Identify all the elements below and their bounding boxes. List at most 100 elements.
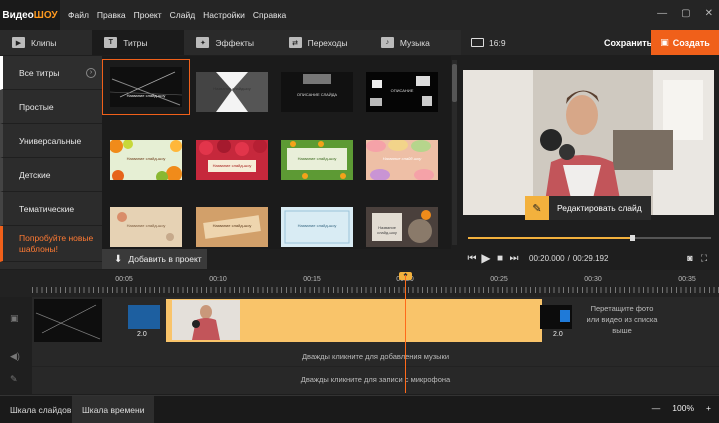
chevron-right-icon: › — [86, 67, 96, 78]
time-separator: / — [567, 253, 570, 263]
title-thumb[interactable]: ОПИСАНИЕ — [366, 72, 438, 112]
menu-project[interactable]: Проект — [130, 10, 166, 20]
tab-transitions[interactable]: ⇄ Переходы — [277, 30, 369, 55]
fullscreen-icon[interactable]: ⛶ — [697, 253, 711, 264]
title-thumb[interactable]: Название слайд-шоу — [281, 140, 353, 180]
skip-back-icon[interactable]: ⏮ — [465, 253, 479, 264]
timeline-transition[interactable] — [128, 305, 160, 329]
category-label: Универсальные — [19, 135, 82, 146]
create-label: Создать — [672, 37, 710, 48]
menu-edit[interactable]: Правка — [93, 10, 130, 20]
titles-icon: T — [104, 37, 118, 48]
thumb-caption: Название слайд-шоу — [212, 223, 252, 228]
title-thumb[interactable]: ОПИСАНИЕ СЛАЙДА — [281, 72, 353, 112]
category-thematic[interactable]: Тематические — [0, 192, 102, 226]
titles-grid: Название слайд-шоу Название слайдшоу ОПИ… — [102, 56, 451, 249]
transition-marker — [560, 310, 570, 322]
tab-clips[interactable]: ▶ Клипы — [0, 30, 92, 55]
category-all[interactable]: Все титры › — [0, 56, 102, 90]
title-thumb[interactable]: Название слайд-шоу — [366, 140, 438, 180]
thumb-caption: ОПИСАНИЕ — [390, 88, 414, 93]
tab-transitions-label: Переходы — [307, 37, 348, 48]
transitions-icon: ⇄ — [288, 37, 302, 48]
tab-effects[interactable]: ✦ Эффекты — [184, 30, 276, 55]
grid-scroll-thumb[interactable] — [452, 64, 457, 102]
menu-file[interactable]: Файл — [64, 10, 93, 20]
maximize-icon[interactable]: ▢ — [681, 8, 690, 19]
music-track[interactable]: Дважды кликните для добавления музыки — [32, 347, 719, 367]
category-kids[interactable]: Детские — [0, 158, 102, 192]
timeline-slide-title[interactable] — [34, 299, 102, 342]
content-tabs: ▶ Клипы T Титры ✦ Эффекты ⇄ Переходы ♪ Музыка — [0, 30, 461, 55]
title-thumb[interactable]: Название слайд-шоу — [102, 59, 190, 115]
thumb-graphic — [196, 72, 268, 112]
tab-music-label: Музыка — [399, 37, 430, 48]
ruler-label: 00:35 — [678, 276, 696, 283]
tab-music[interactable]: ♪ Музыка — [369, 30, 461, 55]
menu-help[interactable]: Справка — [249, 10, 290, 20]
title-thumb[interactable]: Название слайд-шоу — [196, 140, 268, 180]
thumb-caption: ОПИСАНИЕ СЛАЙДА — [296, 92, 338, 97]
tab-clips-label: Клипы — [31, 37, 57, 48]
monitor-icon — [471, 38, 484, 47]
category-universal[interactable]: Универсальные — [0, 124, 102, 158]
clips-icon: ▶ — [12, 37, 25, 48]
pencil-icon: ✎ — [525, 196, 549, 220]
preview-toolbar: 16:9 Сохранить ▣ Создать — [461, 30, 719, 55]
thumb-graphic — [110, 71, 182, 106]
app-logo: Видео ШОУ — [0, 0, 60, 30]
create-button[interactable]: ▣ Создать — [651, 30, 719, 55]
zoom-control: — 100% + — [652, 403, 711, 413]
tab-timeline-view[interactable]: Шкала времени — [72, 396, 155, 423]
aspect-ratio-button[interactable]: 16:9 — [471, 38, 506, 48]
zoom-in-icon[interactable]: + — [706, 403, 711, 413]
title-thumb[interactable]: Название слайдшоу — [196, 72, 268, 112]
ruler-label: 00:15 — [303, 276, 321, 283]
skip-forward-icon[interactable]: ⏭ — [507, 253, 521, 264]
slide-thumb-graphic — [35, 304, 101, 340]
menu-slide[interactable]: Слайд — [166, 10, 200, 20]
tab-titles[interactable]: T Титры — [92, 30, 185, 55]
snapshot-icon[interactable]: ◙ — [683, 253, 697, 263]
time-total: 00:29.192 — [572, 253, 609, 263]
grid-scrollbar[interactable] — [452, 60, 457, 245]
title-thumb[interactable]: Название слайд-шоу — [110, 140, 182, 180]
menu-settings[interactable]: Настройки — [199, 10, 249, 20]
ruler-ticks — [32, 287, 719, 293]
ruler-label: 00:30 — [584, 276, 602, 283]
tab-slide-view[interactable]: Шкала слайдов — [0, 396, 81, 423]
ruler-label: 00:25 — [490, 276, 508, 283]
timeline-slide-video[interactable] — [172, 300, 240, 340]
title-thumb[interactable]: Название слайд-шоу — [196, 207, 268, 247]
add-to-project-button[interactable]: ⬇ Добавить в проект — [102, 249, 207, 269]
category-label: Попробуйте новые шаблоны! — [19, 232, 94, 254]
title-thumb[interactable]: Название слайд-шоу — [110, 207, 182, 247]
mic-track[interactable]: Дважды кликните для записи с микрофона — [32, 370, 719, 390]
zoom-out-icon[interactable]: — — [652, 403, 661, 413]
close-icon[interactable]: ✕ — [705, 8, 713, 19]
minimize-icon[interactable]: — — [657, 8, 667, 19]
category-new-templates[interactable]: Попробуйте новые шаблоны! — [0, 226, 102, 262]
ruler-label: 00:05 — [115, 276, 133, 283]
preview-progress-fill — [468, 237, 632, 239]
save-button[interactable]: Сохранить — [604, 38, 652, 48]
playhead-line[interactable] — [405, 275, 406, 393]
timeline-transition-end[interactable] — [540, 305, 572, 329]
preview-progress-knob[interactable] — [630, 235, 635, 241]
transition-duration: 2.0 — [553, 331, 563, 338]
stop-icon[interactable]: ■ — [493, 253, 507, 264]
edit-slide-button[interactable]: ✎ Редактировать слайд — [525, 196, 651, 220]
preview-transport: ⏮ ▶ ■ ⏭ 00:20.000 / 00:29.192 ◙ ⛶ — [465, 250, 715, 266]
thumb-caption: Название слайд-шоу — [126, 93, 166, 98]
preview-progress-bar[interactable] — [468, 235, 711, 241]
slide-thumb-graphic — [172, 300, 240, 340]
window-controls: — ▢ ✕ — [657, 8, 713, 19]
title-thumb[interactable]: Название слайд-шоу — [366, 207, 438, 247]
category-simple[interactable]: Простые — [0, 90, 102, 124]
image-track-icon: ▣ — [10, 313, 19, 323]
timeline-ruler[interactable]: 00:05 00:10 00:15 00:20 00:25 00:30 00:3… — [0, 270, 719, 297]
title-thumb[interactable]: Название слайд-шоу — [281, 207, 353, 247]
aspect-ratio-label: 16:9 — [489, 37, 506, 48]
track-icons: ▣ ◀) ✎ — [0, 297, 32, 394]
play-icon[interactable]: ▶ — [479, 251, 493, 265]
